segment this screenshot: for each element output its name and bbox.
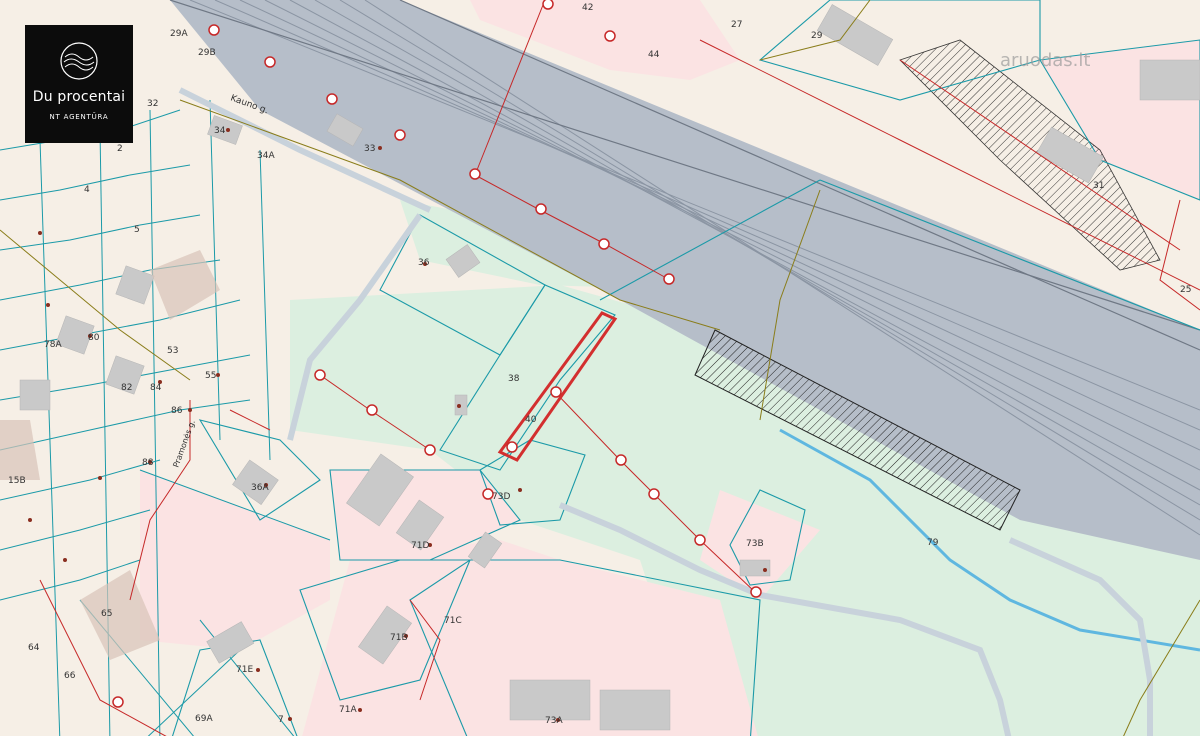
label-29: 29: [811, 31, 823, 41]
cadastral-map[interactable]: 29A 29B 32 34 2 4 5 34A 33 36 38 40 36A …: [0, 0, 1200, 744]
label-66: 66: [64, 671, 76, 681]
label-53: 53: [167, 346, 178, 356]
label-82: 82: [121, 383, 132, 393]
label-84: 84: [150, 383, 162, 393]
label-65: 65: [101, 609, 112, 619]
label-32: 32: [147, 99, 158, 109]
label-40: 40: [525, 415, 537, 425]
label-15b: 15B: [8, 476, 26, 486]
label-73a: 73A: [545, 716, 563, 726]
label-29a: 29A: [170, 29, 188, 39]
label-5: 5: [134, 225, 140, 235]
label-29b: 29B: [198, 48, 216, 58]
label-88: 88: [142, 458, 154, 468]
agency-name: Du procentai: [32, 89, 126, 105]
label-2: 2: [117, 144, 123, 154]
label-34: 34: [214, 126, 226, 136]
label-71e: 71E: [236, 665, 253, 675]
label-4: 4: [84, 185, 90, 195]
label-71b: 71B: [390, 633, 408, 643]
agency-subtitle: NT AGENTŪRA: [49, 113, 109, 121]
label-25: 25: [1180, 285, 1191, 295]
label-55: 55: [205, 371, 216, 381]
label-27: 27: [731, 20, 742, 30]
label-79: 79: [927, 538, 939, 548]
label-31: 31: [1093, 181, 1104, 191]
label-73d: 73D: [492, 492, 510, 502]
bottom-strip: [0, 736, 1200, 744]
label-64: 64: [28, 643, 40, 653]
agency-logo: Du procentai NT AGENTŪRA: [25, 25, 133, 143]
label-7: 7: [278, 715, 284, 725]
label-71c: 71C: [444, 616, 462, 626]
wave-emblem-icon: [60, 42, 98, 80]
label-69a: 69A: [195, 714, 213, 724]
label-38: 38: [508, 374, 520, 384]
label-36a: 36A: [251, 483, 269, 493]
label-71a: 71A: [339, 705, 357, 715]
watermark: aruodas.lt: [1000, 50, 1091, 71]
label-34a: 34A: [257, 151, 275, 161]
label-78a: 78A: [44, 340, 62, 350]
label-71d: 71D: [411, 541, 429, 551]
label-33: 33: [364, 144, 375, 154]
label-44: 44: [648, 50, 660, 60]
label-42: 42: [582, 3, 593, 13]
label-86: 86: [171, 406, 183, 416]
label-36: 36: [418, 258, 430, 268]
label-73b: 73B: [746, 539, 764, 549]
label-80: 80: [88, 333, 100, 343]
